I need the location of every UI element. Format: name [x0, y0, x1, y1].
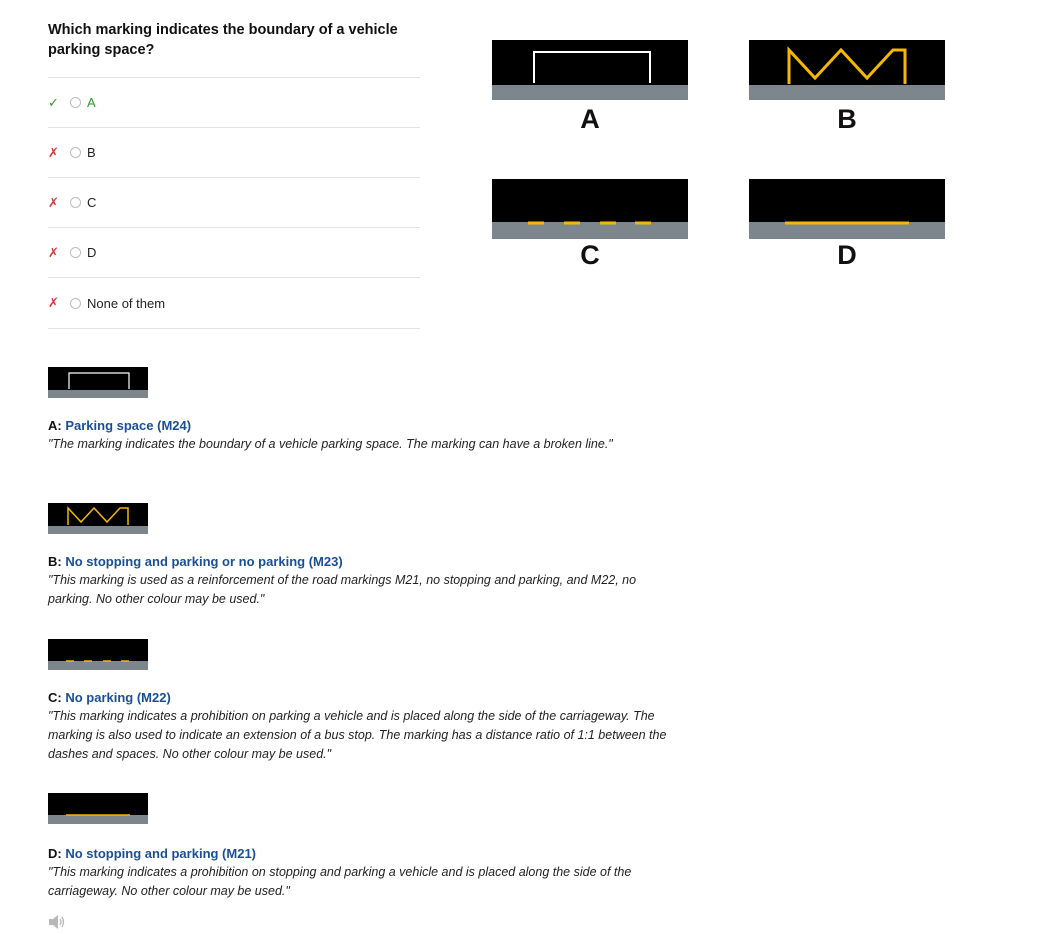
option-label: C [87, 195, 97, 210]
explanation-title: D: No stopping and parking (M21) [48, 846, 257, 861]
explanation-text: "The marking indicates the boundary of a… [48, 437, 613, 451]
option-d[interactable]: ✗ D [48, 227, 420, 277]
explanation-title: B: No stopping and parking or no parking… [48, 554, 343, 569]
explanation-text: "This marking is used as a reinforcement… [48, 573, 637, 606]
radio-button[interactable] [70, 197, 81, 208]
option-label: None of them [87, 295, 166, 311]
option-label: D [87, 245, 97, 260]
explanation-title: C: No parking (M22) [48, 690, 171, 705]
explanation-link[interactable]: No stopping and parking or no parking (M… [65, 554, 342, 569]
option-none[interactable]: ✗ None of them [48, 277, 420, 329]
image-label-b: B [837, 104, 857, 134]
image-label-c: C [580, 240, 600, 270]
option-label: B [87, 145, 96, 160]
speaker-icon[interactable] [48, 914, 66, 930]
cross-icon: ✗ [48, 144, 59, 160]
marking-image-a [492, 40, 688, 100]
marking-image-c [492, 179, 688, 239]
marking-image-b [749, 40, 945, 100]
question-text: Which marking indicates the boundary of … [48, 22, 398, 58]
option-b[interactable]: ✗ B [48, 127, 420, 177]
explanation-link[interactable]: No parking (M22) [65, 690, 170, 705]
explanation-c: C: No parking (M22) "This marking indica… [48, 639, 668, 764]
check-icon: ✓ [48, 94, 59, 110]
thumbnail-c [48, 639, 148, 670]
option-label: A [87, 95, 96, 110]
radio-button[interactable] [70, 97, 81, 108]
cross-icon: ✗ [48, 295, 59, 310]
thumbnail-d [48, 793, 148, 824]
explanation-title: A: Parking space (M24) [48, 418, 192, 433]
image-label-a: A [580, 104, 600, 134]
radio-button[interactable] [70, 147, 81, 158]
option-a[interactable]: ✓ A [48, 77, 420, 127]
radio-button[interactable] [70, 297, 81, 309]
explanation-d: D: No stopping and parking (M21) "This m… [48, 793, 668, 901]
radio-button[interactable] [70, 247, 81, 258]
explanation-link[interactable]: No stopping and parking (M21) [65, 846, 256, 861]
answer-options: ✓ A ✗ B ✗ C ✗ D ✗ None of them [48, 77, 420, 329]
image-label-d: D [837, 240, 857, 270]
explanation-b: B: No stopping and parking or no parking… [48, 503, 668, 609]
cross-icon: ✗ [48, 244, 59, 260]
explanation-link[interactable]: Parking space (M24) [65, 418, 191, 433]
thumbnail-b [48, 503, 148, 534]
explanation-a: A: Parking space (M24) "The marking indi… [48, 367, 668, 454]
explanation-text: "This marking indicates a prohibition on… [48, 865, 632, 898]
cross-icon: ✗ [48, 194, 59, 210]
explanation-text: "This marking indicates a prohibition on… [48, 709, 667, 761]
thumbnail-a [48, 367, 148, 398]
marking-image-d [749, 179, 945, 239]
option-c[interactable]: ✗ C [48, 177, 420, 227]
